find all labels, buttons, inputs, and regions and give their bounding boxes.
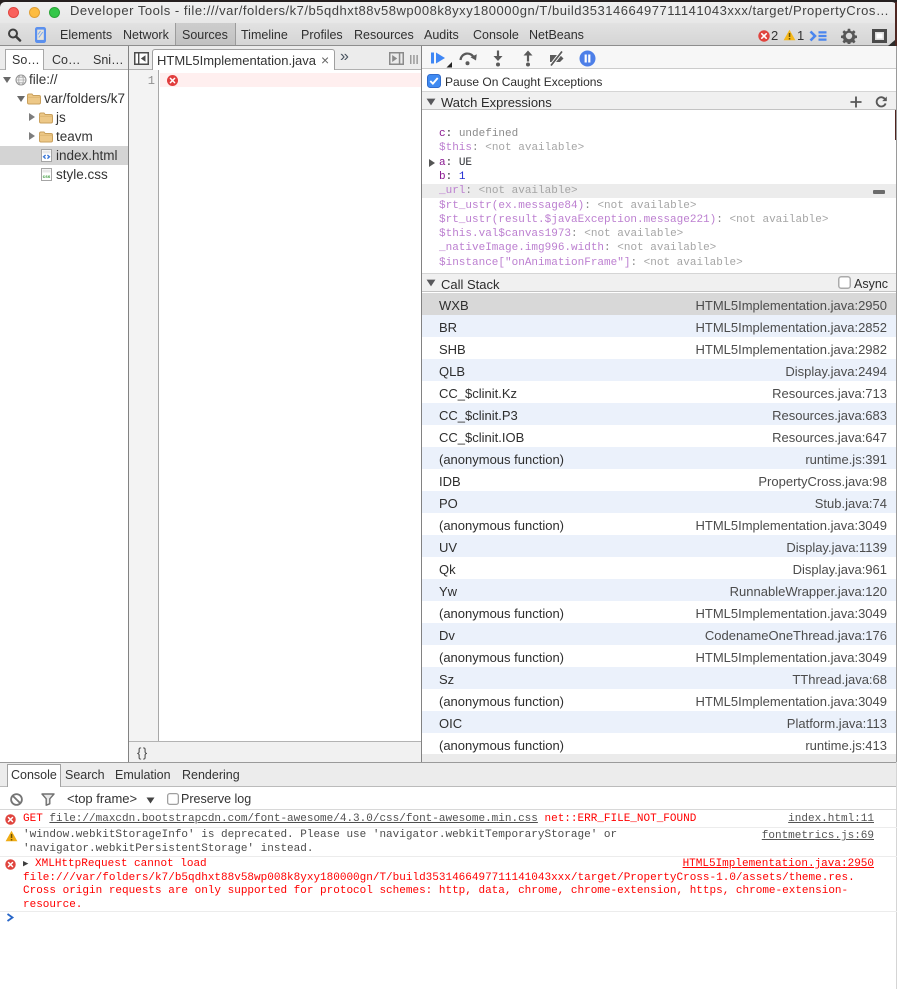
svg-text:css: css [43, 174, 51, 179]
